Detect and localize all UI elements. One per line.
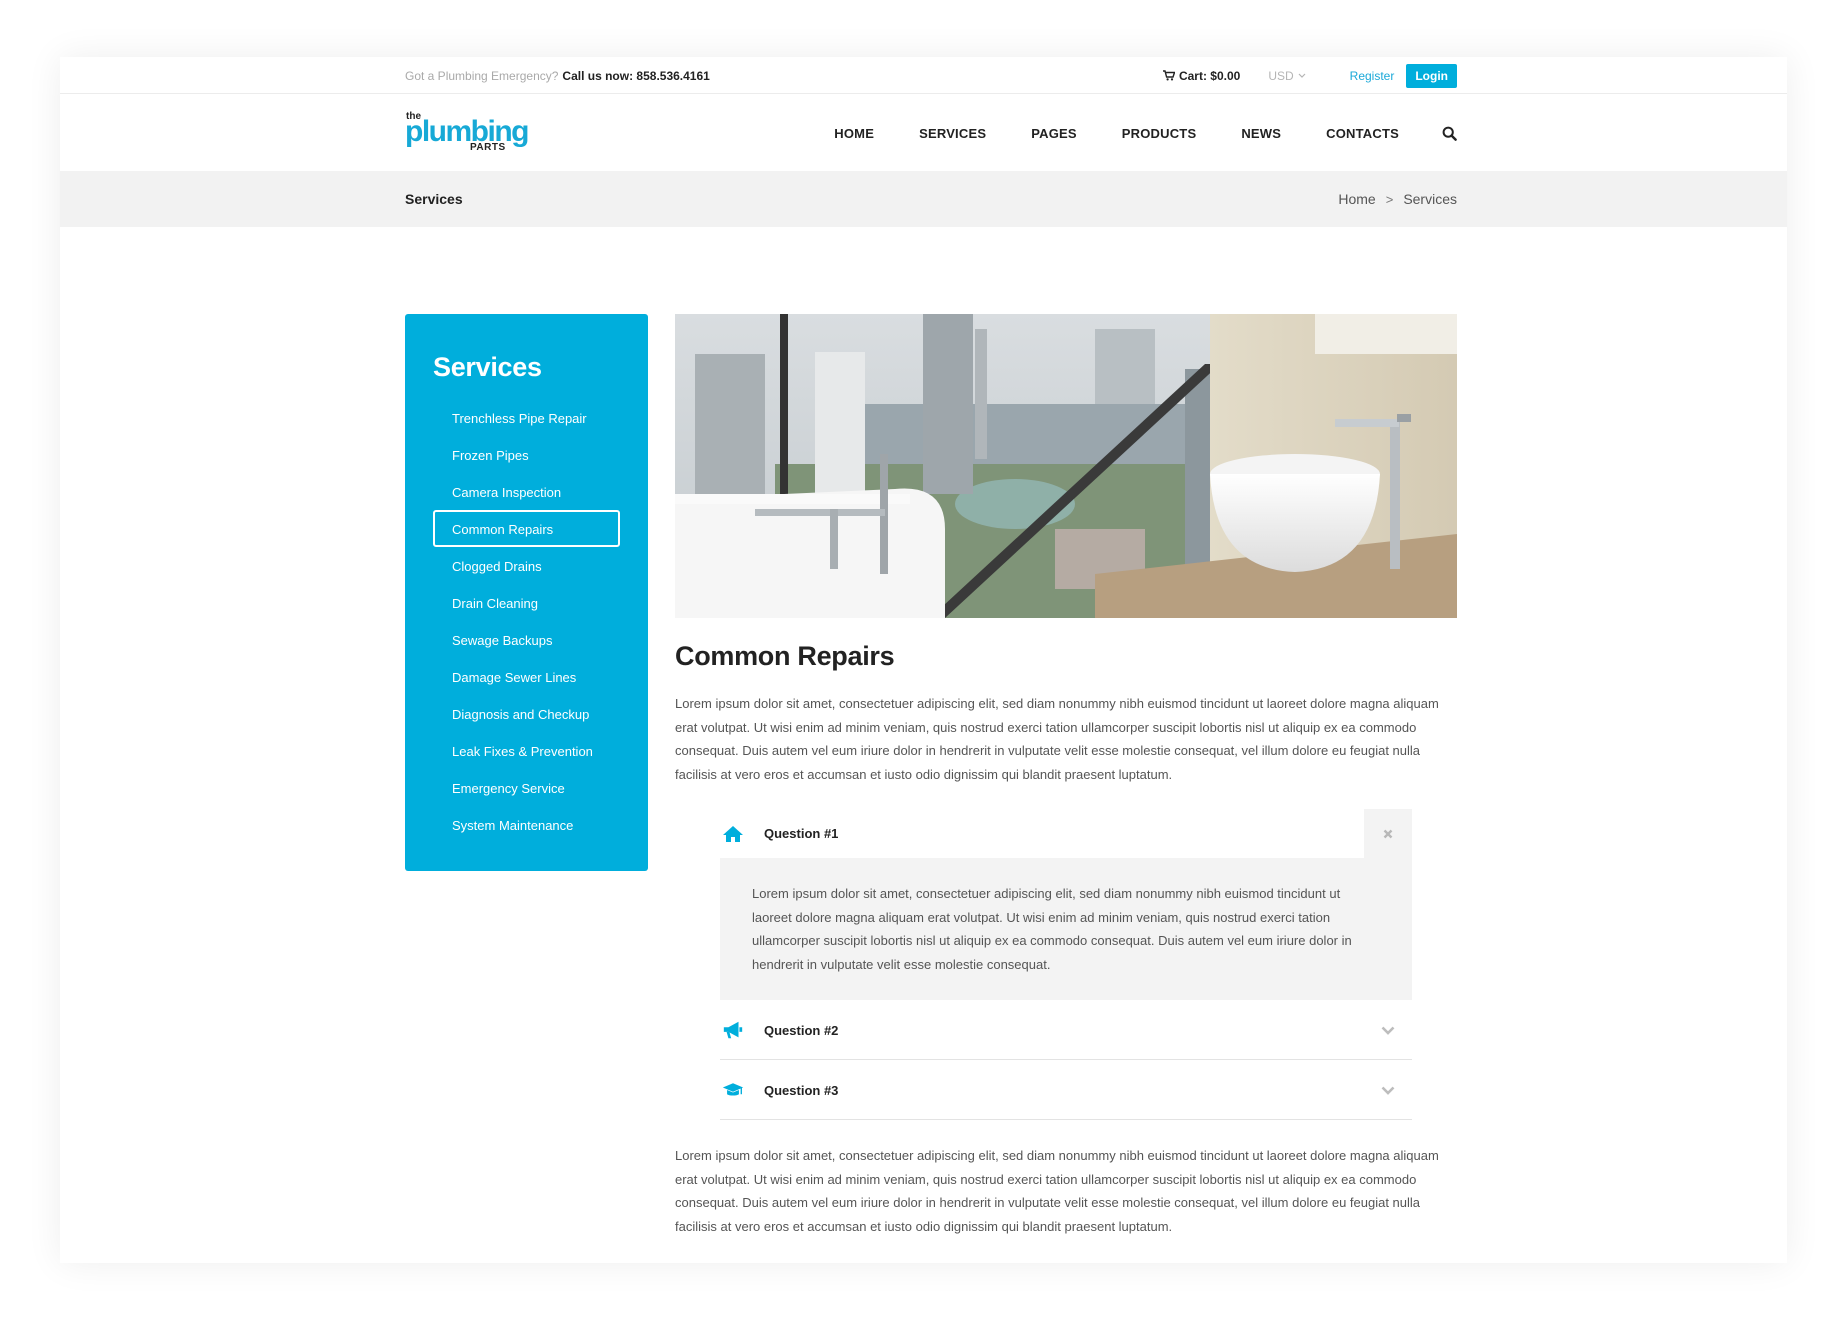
accordion-label-3: Question #3: [764, 1082, 839, 1098]
search-button[interactable]: [1441, 125, 1457, 141]
services-list: Trenchless Pipe Repair Frozen Pipes Came…: [433, 399, 624, 843]
emergency-prefix: Got a Plumbing Emergency?: [405, 68, 559, 83]
cart-total: Cart: $0.00: [1178, 68, 1241, 83]
accordion-label-2: Question #2: [764, 1022, 839, 1038]
currency-value: USD: [1268, 68, 1294, 83]
sidebar-item-sewage-backups[interactable]: Sewage Backups: [433, 621, 620, 658]
chevron-down-icon: [1381, 1086, 1395, 1095]
closing-paragraph: Lorem ipsum dolor sit amet, consectetuer…: [675, 1148, 1439, 1234]
accordion-item-1: Question #1 Lorem ipsum dolor sit amet, …: [720, 809, 1412, 1000]
page-title: Services: [405, 191, 463, 207]
faq-accordion: Question #1 Lorem ipsum dolor sit amet, …: [720, 809, 1412, 1120]
nav-contacts[interactable]: CONTACTS: [1326, 126, 1399, 141]
register-link[interactable]: Register: [1350, 69, 1395, 83]
nav-news[interactable]: NEWS: [1241, 126, 1281, 141]
sidebar-title: Services: [433, 352, 542, 382]
site-header: the plumbing PARTS HOME SERVICES PAGES P…: [60, 95, 1787, 171]
close-icon: [1383, 829, 1393, 838]
sidebar-item-trenchless-pipe-repair[interactable]: Trenchless Pipe Repair: [433, 399, 620, 436]
accordion-header-1[interactable]: Question #1: [720, 809, 1412, 858]
content-title: Common Repairs: [675, 641, 895, 671]
sidebar-item-leak-fixes[interactable]: Leak Fixes & Prevention: [433, 732, 620, 769]
site-logo[interactable]: the plumbing PARTS: [405, 111, 535, 155]
main-content: Common Repairs Lorem ipsum dolor sit ame…: [675, 314, 1457, 1238]
cart-icon: [1162, 70, 1175, 81]
login-button[interactable]: Login: [1406, 63, 1457, 88]
breadcrumb-current: Services: [1403, 191, 1457, 207]
graduation-cap-icon: [722, 1079, 744, 1101]
sidebar-item-frozen-pipes[interactable]: Frozen Pipes: [433, 436, 620, 473]
breadcrumb-separator: >: [1385, 191, 1394, 207]
breadcrumb: Home > Services: [1338, 191, 1457, 207]
accordion-header-3[interactable]: Question #3: [720, 1060, 1412, 1120]
emergency-phone[interactable]: Call us now: 858.536.4161: [562, 69, 709, 83]
services-sidebar: Services Trenchless Pipe Repair Frozen P…: [405, 314, 648, 871]
accordion-label-1: Question #1: [764, 826, 839, 841]
breadcrumb-home[interactable]: Home: [1338, 191, 1375, 207]
currency-select[interactable]: USD: [1268, 68, 1306, 83]
accordion-expand-button-3[interactable]: [1364, 1066, 1412, 1115]
logo-parts: PARTS: [470, 142, 506, 153]
sidebar-item-diagnosis-and-checkup[interactable]: Diagnosis and Checkup: [433, 695, 620, 732]
accordion-item-3: Question #3: [720, 1060, 1412, 1120]
accordion-close-button[interactable]: [1364, 809, 1412, 858]
sidebar-item-common-repairs[interactable]: Common Repairs: [433, 510, 620, 547]
chevron-down-icon: [1381, 1026, 1395, 1035]
cart-link[interactable]: Cart: $0.00: [1162, 68, 1241, 83]
sidebar-item-system-maintenance[interactable]: System Maintenance: [433, 806, 620, 843]
breadcrumb-band: Services Home > Services: [60, 171, 1787, 227]
chevron-down-icon: [1298, 73, 1306, 78]
page-frame: Got a Plumbing Emergency? Call us now: 8…: [60, 57, 1787, 1263]
sidebar-item-clogged-drains[interactable]: Clogged Drains: [433, 547, 620, 584]
sidebar-item-emergency-service[interactable]: Emergency Service: [433, 769, 620, 806]
intro-paragraph: Lorem ipsum dolor sit amet, consectetuer…: [675, 696, 1439, 782]
top-bar: Got a Plumbing Emergency? Call us now: 8…: [60, 57, 1787, 94]
accordion-body-1: Lorem ipsum dolor sit amet, consectetuer…: [720, 858, 1412, 1000]
logo-main: plumbing: [405, 115, 529, 148]
accordion-item-2: Question #2: [720, 1000, 1412, 1060]
megaphone-icon: [722, 1019, 744, 1041]
accordion-expand-button-2[interactable]: [1364, 1006, 1412, 1055]
accordion-header-2[interactable]: Question #2: [720, 1000, 1412, 1060]
home-icon: [722, 823, 744, 845]
hero-image: [675, 314, 1457, 618]
bathroom-city-view-image: [675, 314, 1457, 618]
sidebar-item-drain-cleaning[interactable]: Drain Cleaning: [433, 584, 620, 621]
sidebar-item-camera-inspection[interactable]: Camera Inspection: [433, 473, 620, 510]
search-icon: [1442, 126, 1457, 141]
sidebar-item-damage-sewer-lines[interactable]: Damage Sewer Lines: [433, 658, 620, 695]
